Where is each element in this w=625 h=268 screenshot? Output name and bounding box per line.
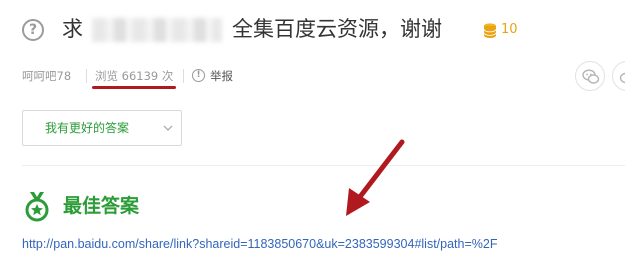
answer-share-link[interactable]: http://pan.baidu.com/share/link?shareid=… xyxy=(22,236,497,252)
coin-stack-icon xyxy=(483,23,497,38)
question-title-prefix: 求 xyxy=(62,17,83,41)
weibo-icon xyxy=(619,72,625,84)
report-icon[interactable]: ! xyxy=(192,69,205,82)
question-title-suffix: 全集百度云资源，谢谢 xyxy=(232,17,442,41)
blurred-title-region xyxy=(92,18,222,42)
wechat-share-button[interactable] xyxy=(575,61,605,91)
best-answer-title: 最佳答案 xyxy=(63,195,140,217)
meta-divider xyxy=(183,69,184,83)
chevron-down-icon xyxy=(163,125,173,131)
annotation-underline xyxy=(92,86,176,89)
question-icon: ? xyxy=(22,19,44,41)
meta-divider xyxy=(86,69,87,83)
annotation-arrow xyxy=(346,139,405,216)
report-link[interactable]: 举报 xyxy=(210,68,233,84)
section-divider xyxy=(22,165,625,166)
weibo-share-button[interactable] xyxy=(612,61,625,91)
asker-username[interactable]: 呵呵吧78 xyxy=(22,68,71,84)
view-count: 浏览 66139 次 xyxy=(95,69,174,83)
medal-icon xyxy=(25,192,49,222)
better-answer-label: 我有更好的答案 xyxy=(45,121,130,135)
reward-amount: 10 xyxy=(501,22,518,37)
wechat-icon xyxy=(582,69,600,84)
better-answer-button[interactable]: 我有更好的答案 xyxy=(22,110,182,146)
